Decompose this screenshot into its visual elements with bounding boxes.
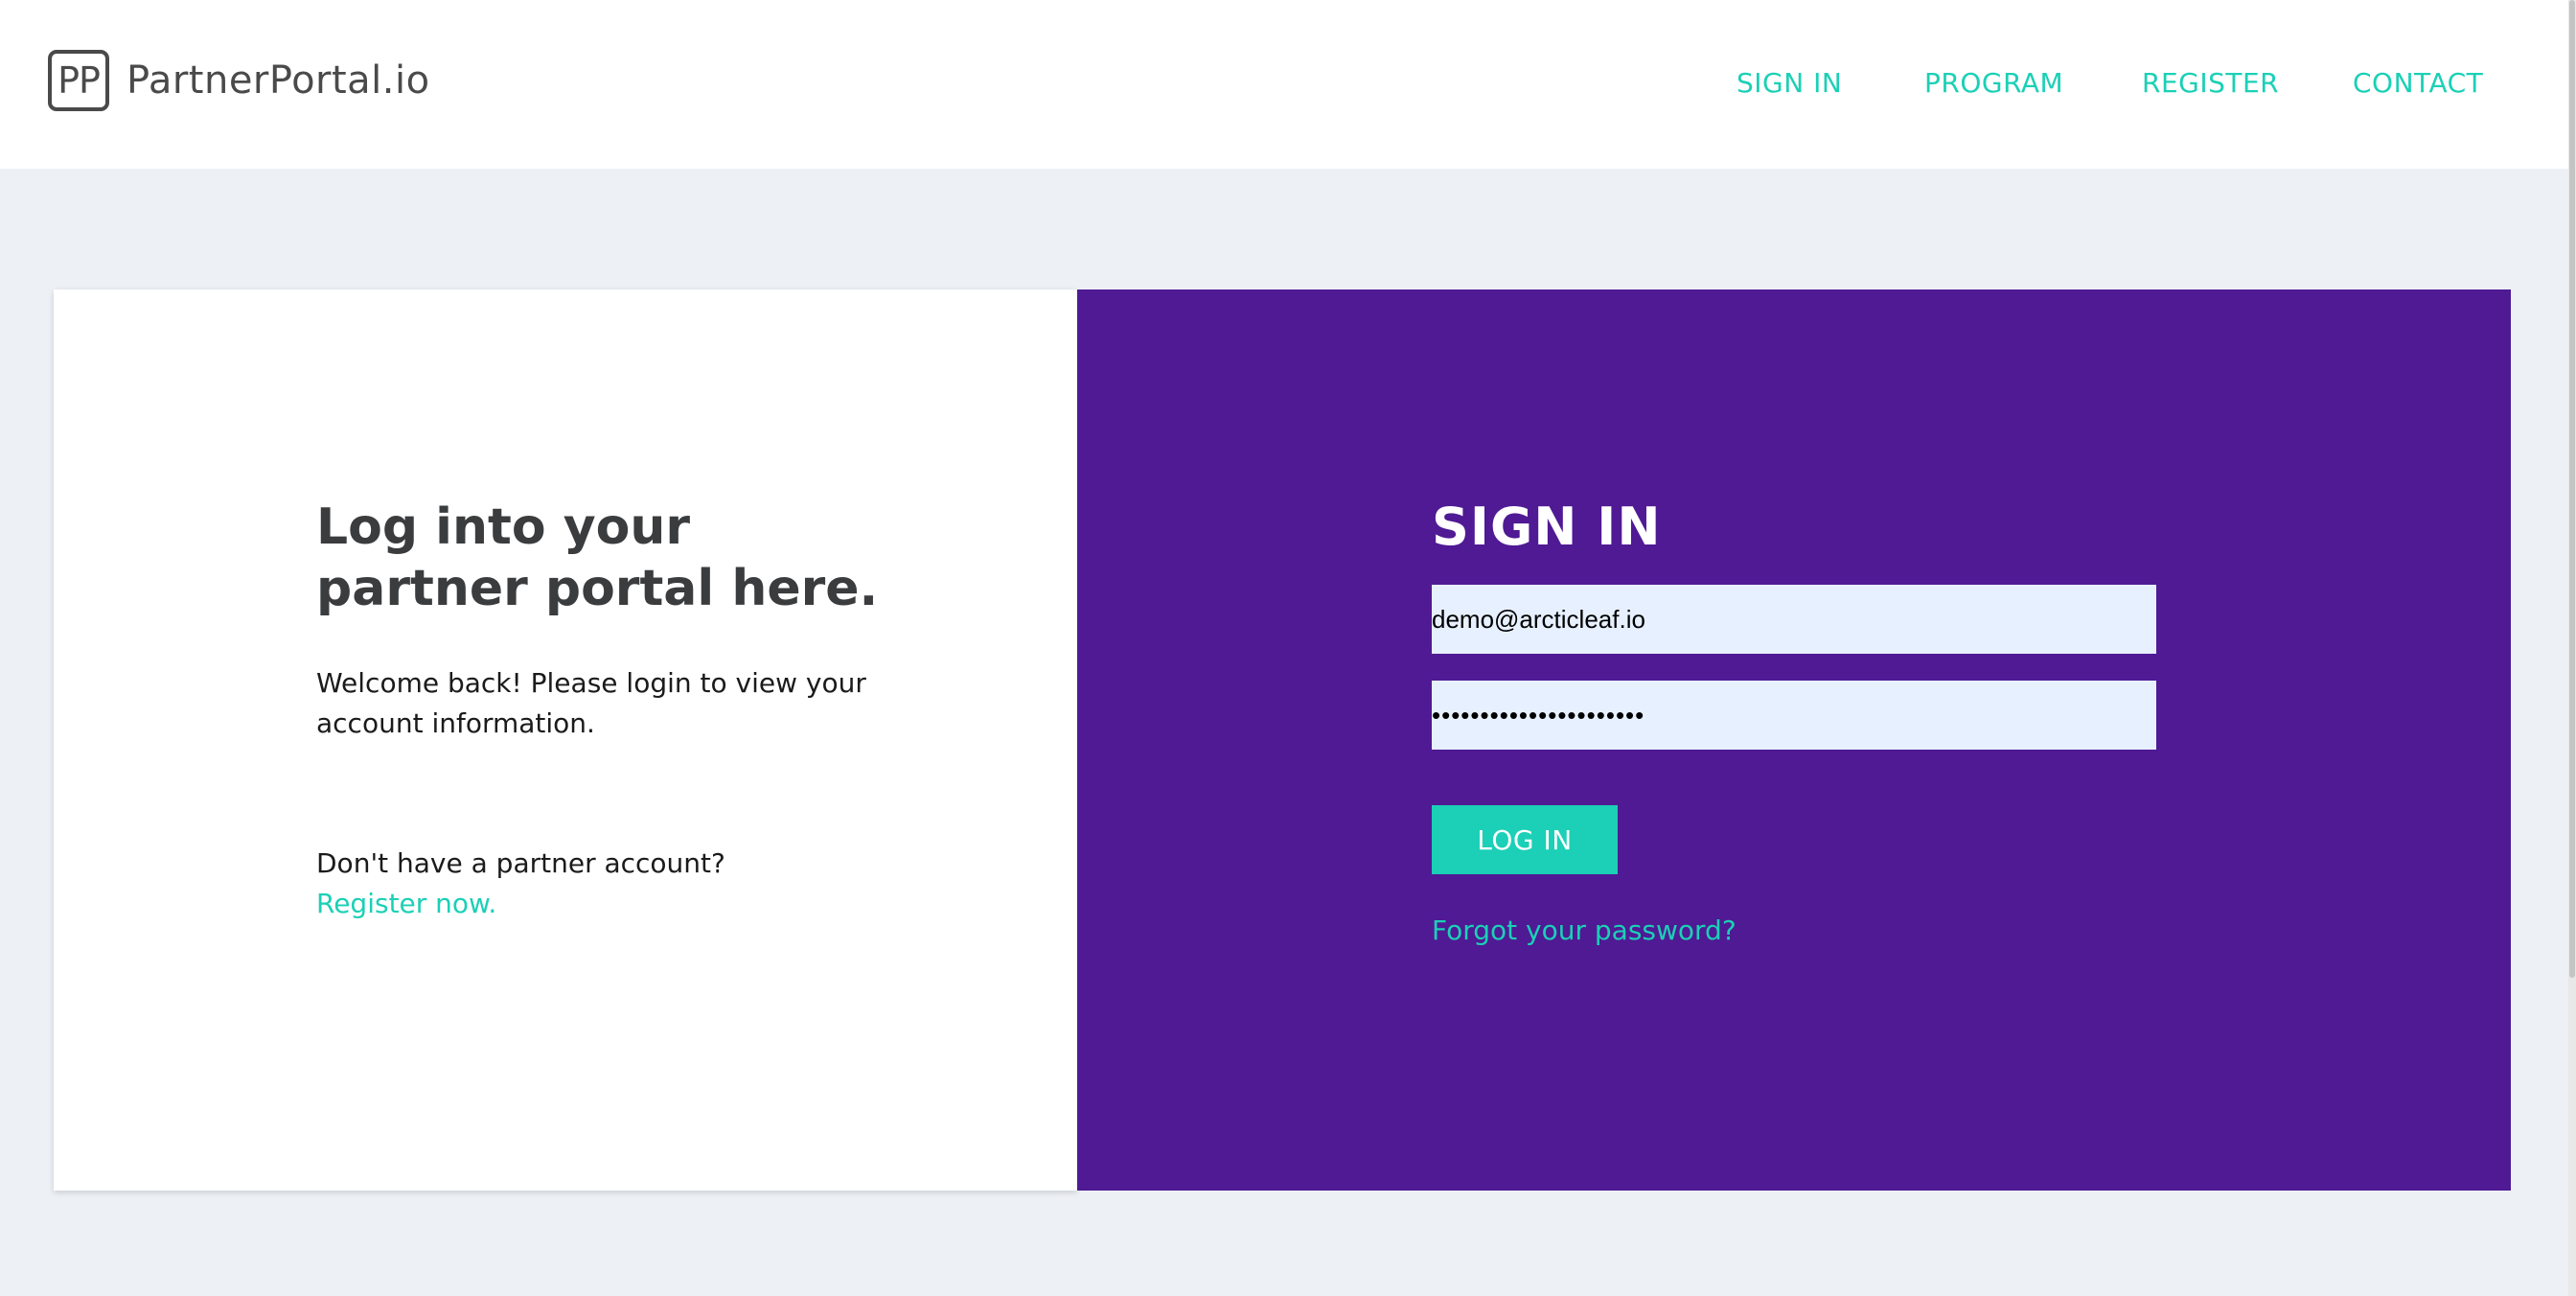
logo-mark-icon: PP: [48, 50, 109, 111]
log-in-button[interactable]: LOG IN: [1432, 805, 1618, 874]
nav-program[interactable]: PROGRAM: [1924, 67, 2063, 105]
email-field[interactable]: demo@arcticleaf.io: [1432, 585, 2156, 654]
no-account-text: Don't have a partner account?: [316, 847, 725, 879]
logo-text: PartnerPortal.io: [126, 58, 430, 103]
nav-register[interactable]: REGISTER: [2142, 67, 2279, 105]
site-logo[interactable]: PP PartnerPortal.io: [48, 50, 430, 111]
password-field[interactable]: ••••••••••••••••••••••: [1432, 681, 2156, 750]
welcome-message: Welcome back! Please login to view your …: [316, 663, 891, 744]
headline-line-1: Log into your: [316, 498, 690, 556]
forgot-password-link[interactable]: Forgot your password?: [1432, 914, 1736, 946]
sign-in-title: SIGN IN: [1432, 497, 1662, 557]
register-now-link[interactable]: Register now.: [316, 884, 496, 924]
welcome-line-1: Welcome back! Please login to view your: [316, 667, 866, 699]
site-header: PP PartnerPortal.io SIGN IN PROGRAM REGI…: [0, 0, 2568, 169]
headline-line-2: partner portal here.: [316, 560, 879, 617]
welcome-line-2: account information.: [316, 707, 595, 739]
page-headline: Log into your partner portal here.: [316, 497, 987, 619]
nav-sign-in[interactable]: SIGN IN: [1736, 67, 1842, 105]
nav-contact[interactable]: CONTACT: [2353, 67, 2483, 105]
scrollbar-thumb[interactable]: [2569, 0, 2575, 978]
